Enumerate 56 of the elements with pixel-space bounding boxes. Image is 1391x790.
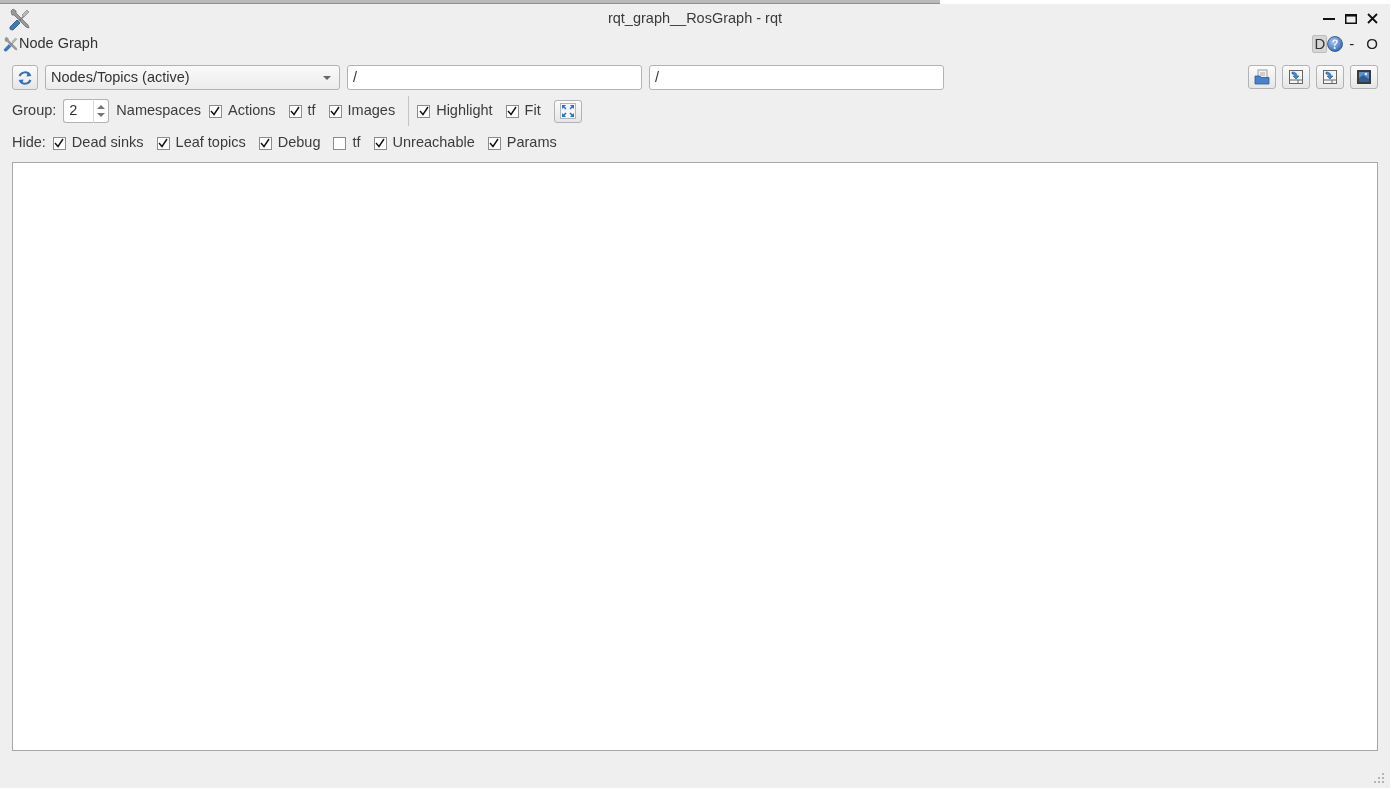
checkbox-label[interactable]: Highlight — [436, 100, 493, 122]
toolbar-button[interactable] — [1316, 65, 1344, 89]
toolbar-button[interactable] — [1248, 65, 1276, 89]
checkbox-label[interactable]: Fit — [524, 100, 541, 122]
dock-title: Node Graph — [19, 34, 98, 54]
checkbox-label[interactable]: Actions — [227, 100, 276, 122]
picture-icon — [1356, 69, 1372, 85]
group-spinbox[interactable]: 2 — [63, 99, 94, 123]
checkbox-label[interactable]: Images — [347, 100, 396, 122]
checkbox[interactable] — [487, 136, 501, 150]
checkbox[interactable] — [417, 104, 431, 118]
checkbox-label[interactable]: tf — [352, 132, 361, 154]
caret-icon[interactable] — [323, 75, 331, 80]
hide-label: Hide: — [12, 133, 46, 153]
dock-control[interactable]: - — [1343, 35, 1361, 53]
checkbox[interactable] — [258, 136, 272, 150]
tools-icon — [3, 36, 19, 52]
filter-field[interactable]: / — [649, 65, 944, 90]
group-label: Group: — [12, 101, 57, 121]
checkbox[interactable] — [156, 136, 170, 150]
minimize-icon[interactable] — [1323, 17, 1335, 20]
checkbox-label[interactable]: Unreachable — [392, 132, 475, 154]
import-icon — [1322, 69, 1338, 85]
dock-button[interactable]: D — [1312, 35, 1328, 53]
toolbar-button[interactable] — [1350, 65, 1378, 89]
refresh-icon — [17, 69, 33, 86]
filter-field[interactable]: / — [347, 65, 642, 90]
option-label: Namespaces — [116, 101, 201, 121]
checkbox-label[interactable]: Dead sinks — [71, 132, 144, 154]
toolbar-button[interactable] — [1282, 65, 1310, 89]
fit-icon — [559, 103, 576, 119]
up-arrow-icon[interactable] — [97, 105, 106, 109]
checkbox-label[interactable]: Params — [506, 132, 557, 154]
checkbox[interactable] — [328, 104, 342, 118]
window-title: rqt_graph__RosGraph - rqt — [607, 8, 783, 28]
checkbox[interactable] — [288, 104, 302, 118]
fit-view-button[interactable] — [553, 99, 582, 123]
checkbox[interactable] — [373, 136, 387, 150]
folder-icon — [1254, 69, 1270, 85]
resize-grip-icon[interactable] — [1374, 773, 1384, 783]
tools-icon — [8, 6, 32, 31]
checkbox[interactable] — [208, 104, 222, 118]
close-icon[interactable] — [1367, 13, 1378, 24]
maximize-icon[interactable] — [1345, 13, 1357, 24]
help-icon[interactable] — [1327, 36, 1344, 52]
checkbox-label[interactable]: tf — [307, 100, 316, 122]
checkbox[interactable] — [52, 136, 66, 150]
checkbox[interactable] — [505, 104, 519, 118]
refresh-button[interactable] — [12, 65, 38, 90]
checkbox-label[interactable]: Leaf topics — [175, 132, 246, 154]
import-icon — [1288, 69, 1304, 85]
checkbox[interactable] — [333, 136, 347, 150]
down-arrow-icon[interactable] — [97, 113, 106, 117]
dock-control[interactable]: O — [1360, 35, 1384, 53]
checkbox-label[interactable]: Debug — [277, 132, 321, 154]
graph-type-dropdown[interactable]: Nodes/Topics (active) — [45, 65, 340, 90]
